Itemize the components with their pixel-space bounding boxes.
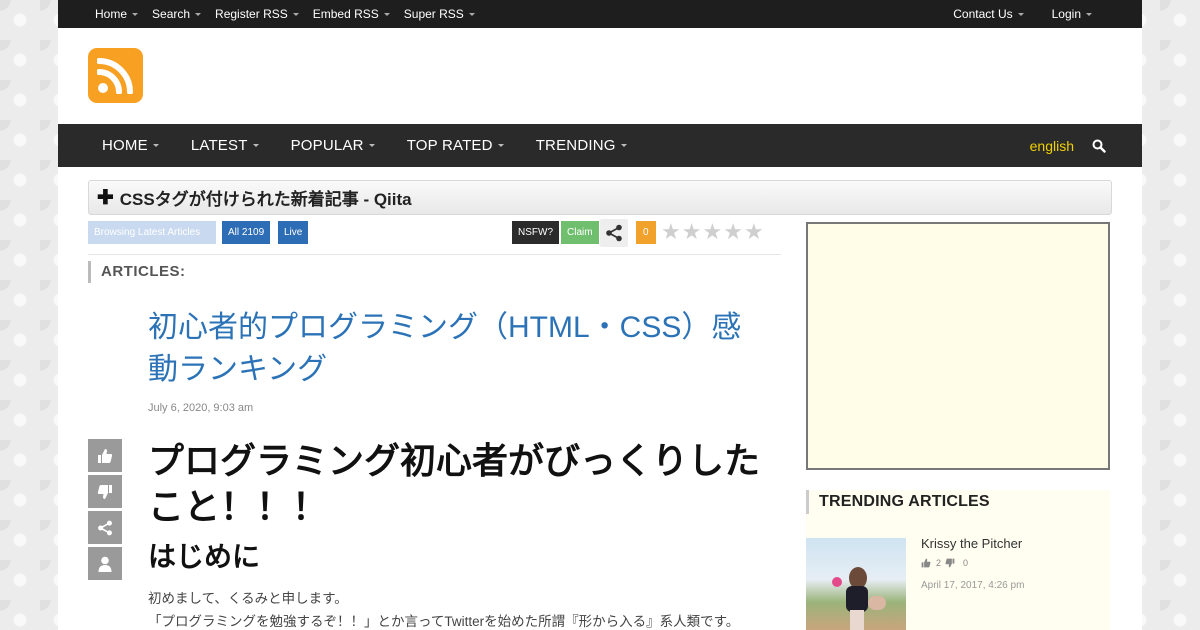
top-nav-bar: Home Search Register RSS Embed RSS Super… — [58, 0, 1142, 28]
trending-article-title[interactable]: Krissy the Pitcher — [921, 536, 1022, 551]
search-icon[interactable] — [1092, 139, 1106, 153]
trending-thumbnail[interactable] — [806, 538, 906, 630]
thumbs-down-icon — [97, 484, 112, 499]
top-nav-login[interactable]: Login — [1052, 7, 1092, 21]
user-icon — [98, 556, 112, 572]
thumbs-up-icon — [98, 448, 113, 463]
nav-latest[interactable]: LATEST — [191, 137, 259, 154]
chevron-down-icon — [368, 144, 375, 147]
top-nav-home[interactable]: Home — [95, 7, 139, 21]
chevron-down-icon — [620, 144, 627, 147]
top-nav-register-rss[interactable]: Register RSS — [215, 7, 299, 21]
page: Home Search Register RSS Embed RSS Super… — [58, 0, 1142, 630]
vote-column — [88, 439, 122, 583]
star-icon[interactable]: ★ — [661, 221, 681, 243]
thumbs-down-icon — [945, 558, 955, 568]
feed-title: CSSタグが付けられた新着記事 - Qiita — [119, 190, 412, 209]
chevron-down-icon — [1086, 12, 1092, 16]
top-nav-search[interactable]: Search — [152, 7, 202, 21]
chevron-down-icon — [132, 12, 139, 16]
main-content: Browsing Latest Articles All 2109 Live N… — [88, 215, 781, 629]
author-button[interactable] — [88, 547, 122, 580]
top-nav-contact-us[interactable]: Contact Us — [953, 7, 1024, 21]
star-rating[interactable]: ★ ★ ★ ★ ★ — [661, 221, 765, 243]
live-button[interactable]: Live — [278, 221, 309, 244]
share-article-button[interactable] — [88, 511, 122, 544]
chevron-down-icon — [468, 12, 475, 16]
trending-article-votes: 2 0 — [921, 558, 968, 568]
article-date: July 6, 2020, 9:03 am — [148, 402, 254, 414]
article-toolbar: Browsing Latest Articles All 2109 Live N… — [88, 215, 781, 255]
chevron-down-icon — [152, 144, 159, 147]
rating-count: 0 — [636, 221, 656, 244]
rss-icon — [97, 58, 133, 94]
main-nav: HOME LATEST POPULAR TOP RATED TRENDING e… — [58, 124, 1142, 167]
browse-latest-button[interactable]: Browsing Latest Articles — [88, 221, 216, 244]
dislike-count: 0 — [963, 558, 969, 568]
claim-button[interactable]: Claim — [561, 221, 599, 244]
like-button[interactable] — [88, 439, 122, 472]
trending-articles: TRENDING ARTICLES Krissy the Pitcher 2 0… — [806, 490, 1110, 630]
chevron-down-icon — [292, 12, 299, 16]
article-heading: プログラミング初心者がびっくりしたこと！！！ — [148, 440, 761, 527]
article-subheading: はじめに — [148, 541, 261, 572]
ad-box — [806, 222, 1110, 470]
articles-label: ARTICLES: — [88, 261, 781, 283]
trending-article-date: April 17, 2017, 4:26 pm — [921, 580, 1025, 591]
chevron-down-icon — [1017, 12, 1024, 16]
like-count: 2 — [936, 558, 942, 568]
star-icon[interactable]: ★ — [702, 221, 722, 243]
nav-popular[interactable]: POPULAR — [291, 137, 375, 154]
top-nav-embed-rss[interactable]: Embed RSS — [313, 7, 390, 21]
chevron-down-icon — [497, 144, 504, 147]
chevron-down-icon — [195, 12, 202, 16]
star-icon[interactable]: ★ — [682, 221, 702, 243]
article-paragraph: 初めまして、くるみと申します。 — [148, 591, 348, 606]
article-title-link[interactable]: 初心者的プログラミング（HTML・CSS）感動ランキング — [148, 307, 768, 391]
chevron-down-icon — [383, 12, 390, 16]
nav-trending[interactable]: TRENDING — [536, 137, 627, 154]
top-nav-super-rss[interactable]: Super RSS — [404, 7, 475, 21]
star-icon[interactable]: ★ — [744, 221, 764, 243]
article-paragraph: 「プログラミングを勉強するぞ！！」とか言ってTwitterを始めた所謂『形から入… — [148, 614, 740, 629]
share-icon — [606, 224, 622, 242]
feed-title-bar: ✚ CSSタグが付けられた新着記事 - Qiita — [88, 180, 1112, 215]
star-icon[interactable]: ★ — [723, 221, 743, 243]
thumbs-up-icon — [921, 558, 931, 568]
nav-home[interactable]: HOME — [102, 137, 159, 154]
nsfw-button[interactable]: NSFW? — [512, 221, 559, 244]
trending-heading: TRENDING ARTICLES — [806, 490, 1110, 514]
header — [58, 28, 1142, 124]
language-selector[interactable]: english — [1030, 138, 1074, 154]
nav-top-rated[interactable]: TOP RATED — [407, 137, 504, 154]
share-button[interactable] — [600, 219, 628, 247]
dislike-button[interactable] — [88, 475, 122, 508]
chevron-down-icon — [252, 144, 259, 147]
rss-logo[interactable] — [88, 48, 143, 103]
share-icon — [98, 520, 112, 535]
all-articles-button[interactable]: All 2109 — [222, 221, 271, 244]
plus-icon[interactable]: ✚ — [97, 185, 114, 210]
